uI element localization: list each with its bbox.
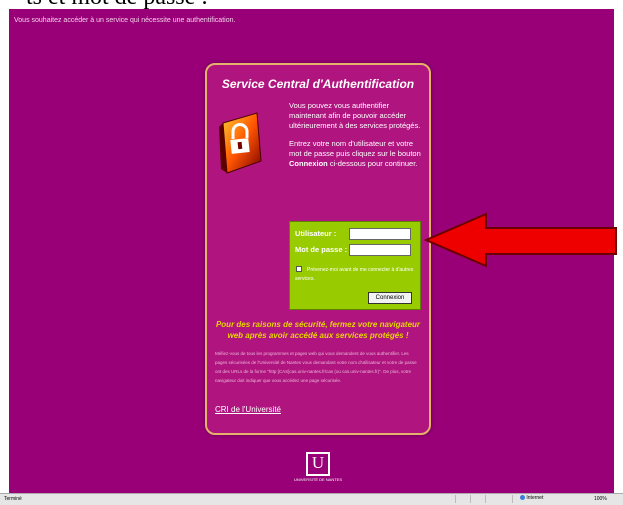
description-paragraph-1: Vous pouvez vous authentifier maintenant… — [289, 101, 421, 130]
header-strip: ts et mot de passe : — [0, 0, 623, 9]
logo-text: UNIVERSITÉ DE NANTES — [293, 477, 342, 482]
login-button[interactable]: Connexion — [368, 292, 412, 304]
red-arrow-icon — [423, 212, 617, 268]
status-text: Terminé — [4, 496, 22, 502]
status-divider — [512, 495, 513, 503]
internet-zone-icon — [520, 495, 525, 501]
login-card: Service Central d'Authentification Vous … — [205, 63, 431, 435]
university-logo: U — [306, 452, 330, 476]
cri-link[interactable]: CRI de l'Université — [215, 405, 281, 414]
card-title: Service Central d'Authentification — [221, 77, 415, 91]
username-label: Utilisateur : — [295, 229, 337, 238]
password-label: Mot de passe : — [295, 245, 348, 254]
status-divider — [470, 495, 471, 503]
status-zoom[interactable]: 100% — [594, 496, 607, 502]
username-input[interactable] — [349, 228, 411, 240]
description-p2-end: ci-dessous pour continuer. — [327, 159, 418, 168]
warn-checkbox-label: Prévenez-moi avant de me connecter à d'a… — [295, 267, 414, 282]
status-divider — [485, 495, 486, 503]
status-zone: Internet — [520, 495, 543, 501]
phishing-notice: Méfiez-vous de tous les programmes et pa… — [215, 351, 417, 383]
login-form: Utilisateur : Mot de passe : Prévenez-mo… — [289, 221, 421, 310]
header-overflow-text: ts et mot de passe : — [26, 0, 208, 9]
status-divider — [455, 495, 456, 503]
status-bar: Terminé Internet 100% — [0, 493, 623, 505]
description-paragraph-2: Entrez votre nom d'utilisateur et votre … — [289, 139, 421, 169]
description-p2-button-name: Connexion — [289, 159, 328, 168]
description: Vous pouvez vous authentifier maintenant… — [289, 101, 421, 177]
security-warning: Pour des raisons de sécurité, fermez vot… — [215, 320, 421, 340]
intro-text: Vous souhaitez accéder à un service qui … — [14, 17, 236, 24]
status-zone-label: Internet — [526, 495, 544, 501]
padlock-icon — [219, 112, 262, 174]
logo-letter: U — [311, 453, 325, 472]
password-input[interactable] — [349, 244, 411, 256]
description-p2-start: Entrez votre nom d'utilisateur et votre … — [289, 139, 421, 158]
